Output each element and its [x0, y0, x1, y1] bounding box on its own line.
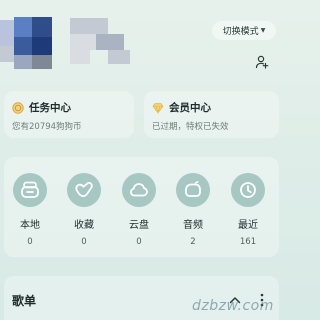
audio-icon [185, 181, 201, 197]
avatar-tile [14, 37, 32, 55]
profile-header: 切换模式 ▼ [0, 0, 283, 88]
username-blur-tile [70, 18, 108, 34]
task-center-card[interactable]: 任务中心 您有20794狗狗币 [4, 91, 134, 138]
avatar-tile [14, 55, 32, 69]
shortcut-audio[interactable]: 音频 2 [171, 173, 215, 247]
avatar[interactable] [0, 12, 150, 74]
audio-icon-bg [176, 173, 210, 207]
shortcut-cloud[interactable]: 云盘 0 [117, 173, 161, 247]
library-shortcuts: 本地 0 收藏 0 云盘 0 音频 2 最近 161 [4, 157, 279, 257]
avatar-tile [14, 17, 32, 37]
shortcut-count: 0 [136, 237, 142, 247]
vip-center-title-row: 会员中心 [152, 100, 211, 115]
username-blur-tile [70, 50, 90, 64]
avatar-tile [32, 37, 52, 55]
shortcut-count: 2 [190, 237, 196, 247]
avatar-tile [32, 17, 52, 37]
diamond-icon [152, 102, 164, 114]
shortcut-count: 161 [239, 237, 257, 247]
local-music-icon-bg [13, 173, 47, 207]
shortcut-local[interactable]: 本地 0 [8, 173, 52, 247]
username-blur-tile [108, 50, 130, 64]
shortcut-favorite[interactable]: 收藏 0 [62, 173, 106, 247]
task-center-title: 任务中心 [29, 102, 71, 114]
avatar-tile [0, 20, 14, 46]
local-music-icon [21, 181, 39, 198]
shortcut-label: 最近 [238, 220, 258, 231]
username-blur-tile [96, 34, 124, 50]
cloud-icon [130, 183, 148, 197]
caret-down-icon: ▼ [260, 27, 266, 34]
mode-toggle-button[interactable]: 切换模式 ▼ [212, 21, 276, 40]
shortcut-count: 0 [81, 237, 87, 247]
cloud-icon-bg [122, 173, 156, 207]
shortcut-label: 收藏 [74, 220, 94, 231]
shortcut-label: 本地 [20, 220, 40, 231]
vip-center-title: 会员中心 [169, 102, 211, 114]
shortcut-label: 音频 [183, 220, 203, 231]
shortcut-count: 0 [27, 237, 33, 247]
watermark: dzbzw.com [192, 298, 274, 314]
task-center-subtitle: 您有20794狗狗币 [12, 122, 82, 132]
favorite-icon-bg [67, 173, 101, 207]
username-blur-tile [70, 34, 96, 50]
avatar-tile [32, 55, 52, 69]
shortcut-label: 云盘 [129, 220, 149, 231]
task-center-title-row: 任务中心 [12, 100, 71, 115]
add-user-button[interactable] [252, 52, 272, 72]
vip-center-subtitle: 已过期，特权已失效 [152, 122, 229, 132]
coin-icon [12, 101, 24, 114]
clock-icon-bg [231, 173, 265, 207]
vip-center-card[interactable]: 会员中心 已过期，特权已失效 [144, 91, 279, 138]
add-user-icon [255, 55, 269, 69]
favorite-icon [75, 181, 93, 197]
clock-icon [240, 182, 256, 198]
playlist-title: 歌单 [12, 294, 37, 308]
shortcut-recent[interactable]: 最近 161 [226, 173, 270, 247]
mode-toggle-label: 切换模式 [222, 27, 259, 37]
avatar-tile [0, 46, 14, 62]
